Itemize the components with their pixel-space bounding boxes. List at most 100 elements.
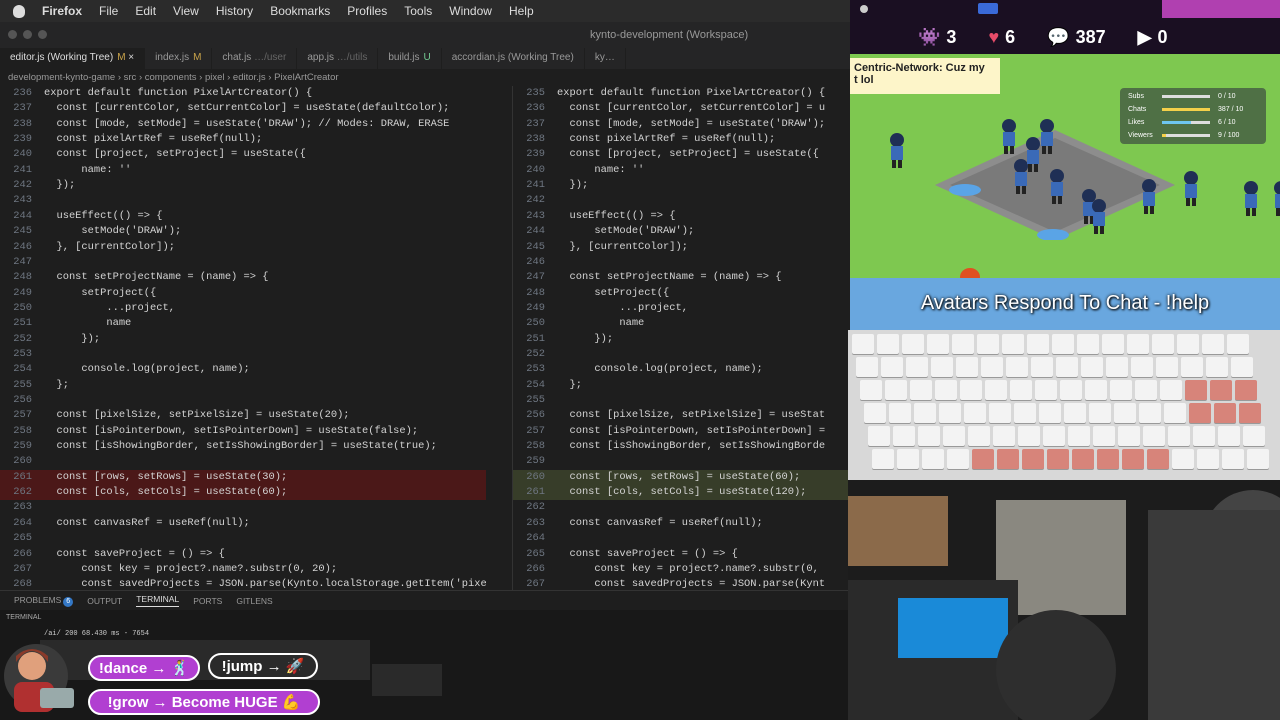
code-line[interactable]: 252 }); [0,332,486,347]
code-line[interactable]: 262 const [cols, setCols] = useState(60)… [0,485,486,501]
menu-view[interactable]: View [173,4,199,18]
code-line[interactable]: 245 setMode('DRAW'); [0,224,486,239]
code-line[interactable]: 266 const key = project?.name?.substr(0, [513,562,850,577]
zoom-dot-icon[interactable] [38,30,47,39]
code-line[interactable]: 265 [0,531,486,546]
window-controls[interactable] [8,30,47,39]
code-line[interactable]: 241 }); [513,178,850,193]
code-line[interactable]: 252 [513,347,850,362]
code-line[interactable]: 255 }; [0,378,486,393]
apple-icon[interactable] [13,4,25,18]
menu-file[interactable]: File [99,4,118,18]
code-line[interactable]: 262 [513,500,850,515]
code-line[interactable]: 256 const [pixelSize, setPixelSize] = us… [513,408,850,423]
diff-editor-right[interactable]: 235 export default function PixelArtCreat… [512,86,850,590]
code-line[interactable]: 267 const savedProjects = JSON.parse(Kyn… [513,577,850,590]
tab-terminal[interactable]: TERMINAL [136,594,180,607]
menu-history[interactable]: History [216,4,253,18]
code-line[interactable]: 264 const canvasRef = useRef(null); [0,516,486,531]
tab-overflow[interactable]: ky… [585,48,626,69]
tab-problems[interactable]: PROBLEMS 6 [14,595,74,607]
code-line[interactable]: 237 const [mode, setMode] = useState('DR… [513,117,850,132]
tab-app-js[interactable]: app.js …/utils [297,48,379,69]
code-line[interactable]: 249 setProject({ [0,286,486,301]
code-line[interactable]: 248 const setProjectName = (name) => { [0,270,486,285]
command-center-search[interactable]: kynto-development (Workspace) [590,29,748,41]
code-line[interactable]: 250 name [513,316,850,331]
code-line[interactable]: 238 const [mode, setMode] = useState('DR… [0,117,486,132]
code-line[interactable]: 255 [513,393,850,408]
code-line[interactable]: 250 ...project, [0,301,486,316]
menu-window[interactable]: Window [449,4,492,18]
code-line[interactable]: 240 name: '' [513,163,850,178]
code-line[interactable]: 243 useEffect(() => { [513,209,850,224]
code-line[interactable]: 261 const [rows, setRows] = useState(30)… [0,469,486,486]
code-line[interactable]: 236 const [currentColor, setCurrentColor… [513,101,850,116]
code-line[interactable]: 254 }; [513,378,850,393]
code-line[interactable]: 257 const [pixelSize, setPixelSize] = us… [0,408,486,423]
diff-editor-left[interactable]: 236 export default function PixelArtCreat… [0,86,486,590]
code-line[interactable]: 243 [0,193,486,208]
code-line[interactable]: 268 const savedProjects = JSON.parse(Kyn… [0,577,486,590]
code-line[interactable]: 264 [513,531,850,546]
code-line[interactable]: 263 [0,500,486,515]
code-line[interactable]: 244 useEffect(() => { [0,209,486,224]
code-line[interactable]: 245 }, [currentColor]); [513,240,850,255]
keyboard-key [1231,357,1253,377]
minimize-dot-icon[interactable] [23,30,32,39]
tab-build-js[interactable]: build.js U [378,48,442,69]
code-line[interactable]: 242 }); [0,178,486,193]
code-line[interactable]: 265 const saveProject = () => { [513,547,850,562]
code-line[interactable]: 257 const [isPointerDown, setIsPointerDo… [513,424,850,439]
code-line[interactable]: 253 console.log(project, name); [513,362,850,377]
breadcrumb[interactable]: development-kynto-game › src › component… [0,69,850,86]
tab-index-js[interactable]: index.js M [145,48,213,69]
menu-edit[interactable]: Edit [135,4,156,18]
code-line[interactable]: 236 export default function PixelArtCreat… [0,86,486,101]
tab-gitlens[interactable]: GITLENS [236,596,272,606]
code-line[interactable]: 242 [513,193,850,208]
goal-progress-fill [1162,133,1167,137]
code-line[interactable]: 247 [0,255,486,270]
tab-output[interactable]: OUTPUT [87,596,122,606]
code-line[interactable]: 263 const canvasRef = useRef(null); [513,516,850,531]
code-line[interactable]: 238 const pixelArtRef = useRef(null); [513,132,850,147]
code-line[interactable]: 251 name [0,316,486,331]
code-line[interactable]: 246 [513,255,850,270]
code-line[interactable]: 260 [0,454,486,469]
code-line[interactable]: 253 [0,347,486,362]
menu-tools[interactable]: Tools [404,4,432,18]
code-line[interactable]: 258 const [isShowingBorder, setIsShowing… [513,439,850,454]
code-line[interactable]: 235 export default function PixelArtCreat… [513,86,850,101]
close-dot-icon[interactable] [8,30,17,39]
code-line[interactable]: 241 name: '' [0,163,486,178]
code-line[interactable]: 239 const pixelArtRef = useRef(null); [0,132,486,147]
code-line[interactable]: 258 const [isPointerDown, setIsPointerDo… [0,424,486,439]
tab-editor-js[interactable]: editor.js (Working Tree) M × [0,48,146,69]
code-line[interactable]: 254 console.log(project, name); [0,362,486,377]
menubar-app-name[interactable]: Firefox [42,4,82,18]
code-line[interactable]: 261 const [cols, setCols] = useState(120… [513,485,850,501]
menu-profiles[interactable]: Profiles [347,4,387,18]
menu-help[interactable]: Help [509,4,534,18]
line-number: 241 [13,163,32,176]
code-line[interactable]: 259 [513,454,850,469]
code-line[interactable]: 267 const key = project?.name?.substr(0,… [0,562,486,577]
code-line[interactable]: 251 }); [513,332,850,347]
code-line[interactable]: 260 const [rows, setRows] = useState(60)… [513,469,850,486]
code-line[interactable]: 247 const setProjectName = (name) => { [513,270,850,285]
code-line[interactable]: 266 const saveProject = () => { [0,547,486,562]
code-line[interactable]: 244 setMode('DRAW'); [513,224,850,239]
code-line[interactable]: 248 setProject({ [513,286,850,301]
code-line[interactable]: 259 const [isShowingBorder, setIsShowing… [0,439,486,454]
code-line[interactable]: 246 }, [currentColor]); [0,240,486,255]
tab-chat-js[interactable]: chat.js …/user [212,48,298,69]
menu-bookmarks[interactable]: Bookmarks [270,4,330,18]
code-line[interactable]: 256 [0,393,486,408]
tab-accordian-js[interactable]: accordian.js (Working Tree) [442,48,585,69]
code-line[interactable]: 237 const [currentColor, setCurrentColor… [0,101,486,116]
tab-ports[interactable]: PORTS [193,596,222,606]
code-line[interactable]: 239 const [project, setProject] = useSta… [513,147,850,162]
code-line[interactable]: 249 ...project, [513,301,850,316]
code-line[interactable]: 240 const [project, setProject] = useSta… [0,147,486,162]
